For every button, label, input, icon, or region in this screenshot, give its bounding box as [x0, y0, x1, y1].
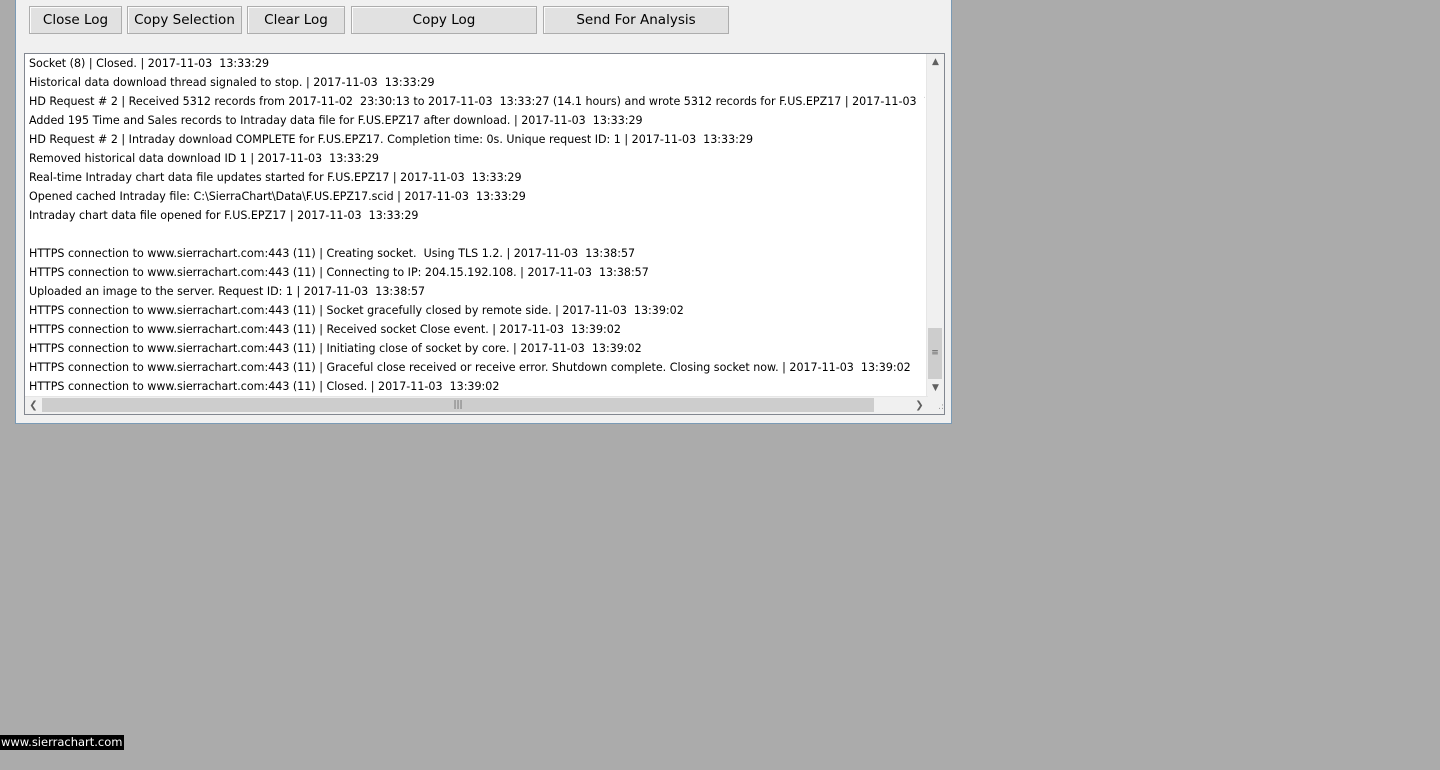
close-log-button[interactable]: Close Log [29, 6, 122, 34]
log-line: HTTPS connection to www.sierrachart.com:… [29, 266, 649, 279]
log-line: Socket (8) | Closed. | 2017-11-03 13:33:… [29, 57, 270, 70]
log-line: Historical data download thread signaled… [29, 76, 435, 89]
log-line: HTTPS connection to www.sierrachart.com:… [29, 380, 500, 393]
scroll-down-icon[interactable]: ▼ [927, 380, 944, 397]
vertical-scroll-thumb[interactable]: ≡ [928, 328, 942, 379]
resize-grip-icon[interactable]: .: [927, 397, 944, 414]
scroll-up-icon[interactable]: ▲ [927, 54, 944, 71]
log-line: Real-time Intraday chart data file updat… [29, 171, 522, 184]
log-line: Removed historical data download ID 1 | … [29, 152, 379, 165]
log-line: HTTPS connection to www.sierrachart.com:… [29, 304, 684, 317]
send-for-analysis-button[interactable]: Send For Analysis [543, 6, 729, 34]
log-line: Intraday chart data file opened for F.US… [29, 209, 419, 222]
log-line: HTTPS connection to www.sierrachart.com:… [29, 342, 642, 355]
log-line: HTTPS connection to www.sierrachart.com:… [29, 361, 911, 374]
watermark: www.sierrachart.com [0, 735, 124, 750]
horizontal-scroll-thumb[interactable]: ||| [42, 398, 874, 412]
log-line: HD Request # 2 | Intraday download COMPL… [29, 133, 754, 146]
vertical-scrollbar[interactable]: ▲ ≡ ▼ [926, 54, 944, 397]
log-line: Added 195 Time and Sales records to Intr… [29, 114, 643, 127]
log-line: Uploaded an image to the server. Request… [29, 285, 426, 298]
copy-log-button[interactable]: Copy Log [351, 6, 537, 34]
log-line: Opened cached Intraday file: C:\SierraCh… [29, 190, 526, 203]
log-line: HD Request # 2 | Received 5312 records f… [29, 95, 925, 108]
scroll-right-icon[interactable]: ❯ [911, 397, 928, 414]
horizontal-scrollbar[interactable]: ❮ ||| ❯ [25, 396, 928, 414]
log-line: HTTPS connection to www.sierrachart.com:… [29, 323, 621, 336]
message-log-window: Close Log Copy Selection Clear Log Copy … [15, 0, 952, 424]
clear-log-button[interactable]: Clear Log [247, 6, 345, 34]
log-text-area[interactable]: Socket (8) | Closed. | 2017-11-03 13:33:… [24, 53, 945, 415]
log-line: HTTPS connection to www.sierrachart.com:… [29, 247, 636, 260]
copy-selection-button[interactable]: Copy Selection [127, 6, 242, 34]
log-lines: Socket (8) | Closed. | 2017-11-03 13:33:… [29, 54, 925, 398]
scroll-left-icon[interactable]: ❮ [25, 397, 42, 414]
